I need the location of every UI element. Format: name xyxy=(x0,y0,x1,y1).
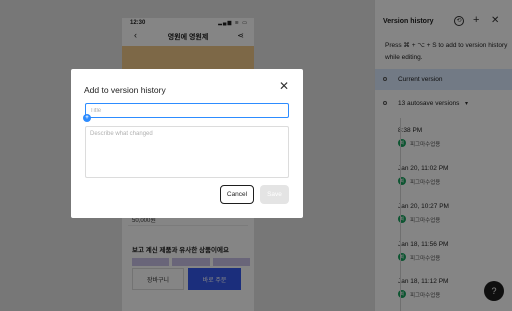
close-icon[interactable]: ✕ xyxy=(279,79,289,93)
collaborator-cursor-icon: + xyxy=(83,114,91,122)
add-version-dialog: Add to version history ✕ Cancel Save xyxy=(71,69,303,218)
cancel-button[interactable]: Cancel xyxy=(220,185,254,204)
version-title-input[interactable] xyxy=(85,103,289,118)
dialog-title: Add to version history xyxy=(84,85,166,95)
save-button[interactable]: Save xyxy=(260,185,289,204)
version-description-input[interactable] xyxy=(85,126,289,178)
